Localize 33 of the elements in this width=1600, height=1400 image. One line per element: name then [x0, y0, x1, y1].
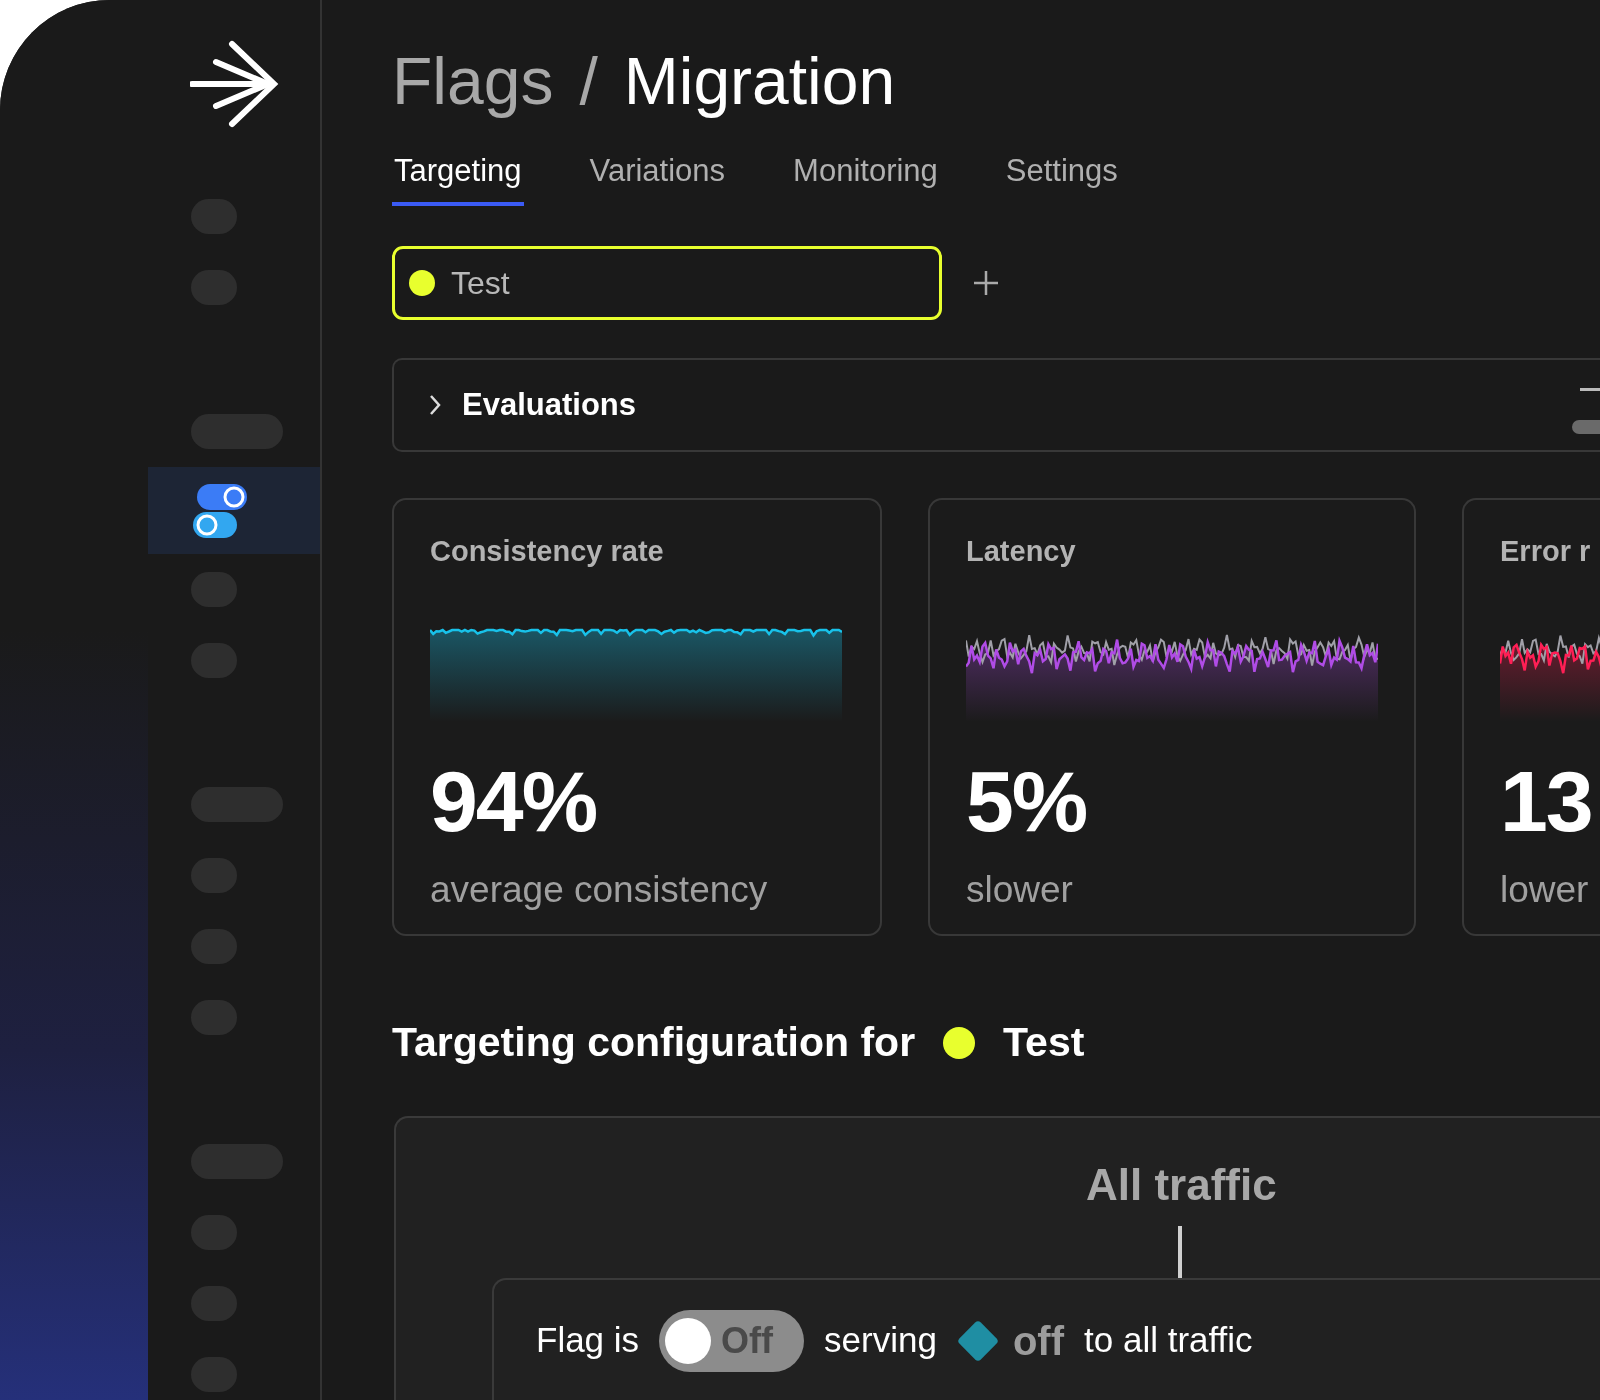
tab[interactable]: Variations: [587, 147, 728, 207]
sidebar-item[interactable]: [148, 467, 320, 554]
environment-label: Test: [1003, 1018, 1085, 1068]
card-title: Latency: [966, 534, 1077, 570]
toggles-icon: [191, 481, 249, 540]
minus-icon: [1580, 388, 1600, 392]
metric-caption: average consistency: [430, 867, 769, 912]
add-button[interactable]: [972, 269, 1000, 298]
tab[interactable]: Monitoring: [791, 147, 940, 207]
card-title: Error r: [1500, 534, 1592, 570]
traffic-text: to all traffic: [1084, 1321, 1253, 1360]
section-heading: Targeting configuration for: [392, 1018, 916, 1068]
tab[interactable]: Targeting: [392, 147, 524, 207]
flag-status-text: Flag is: [536, 1321, 640, 1360]
card-title: Consistency rate: [430, 534, 665, 570]
metric-caption: lower: [1500, 867, 1590, 912]
breadcrumb-link[interactable]: Flags: [392, 44, 554, 118]
page-title: Migration: [623, 44, 896, 118]
tab[interactable]: Settings: [1003, 147, 1120, 207]
variation-label: off: [1012, 1317, 1064, 1365]
scrollbar-thumb: [1572, 420, 1600, 435]
serving-text: serving: [824, 1321, 937, 1360]
metric-caption: slower: [966, 867, 1074, 912]
chevron-icon[interactable]: [428, 394, 442, 417]
logo-icon[interactable]: [190, 40, 280, 130]
panel-title: Evaluations: [462, 385, 636, 424]
environment-selector[interactable]: Test: [392, 246, 942, 321]
metric-value: 94%: [430, 757, 598, 844]
environment-label: Test: [451, 264, 510, 304]
metric-value: 5%: [966, 757, 1088, 844]
metric-value: 13: [1500, 757, 1593, 844]
rule-title: All traffic: [1086, 1158, 1278, 1211]
breadcrumb-separator: /: [579, 44, 598, 118]
